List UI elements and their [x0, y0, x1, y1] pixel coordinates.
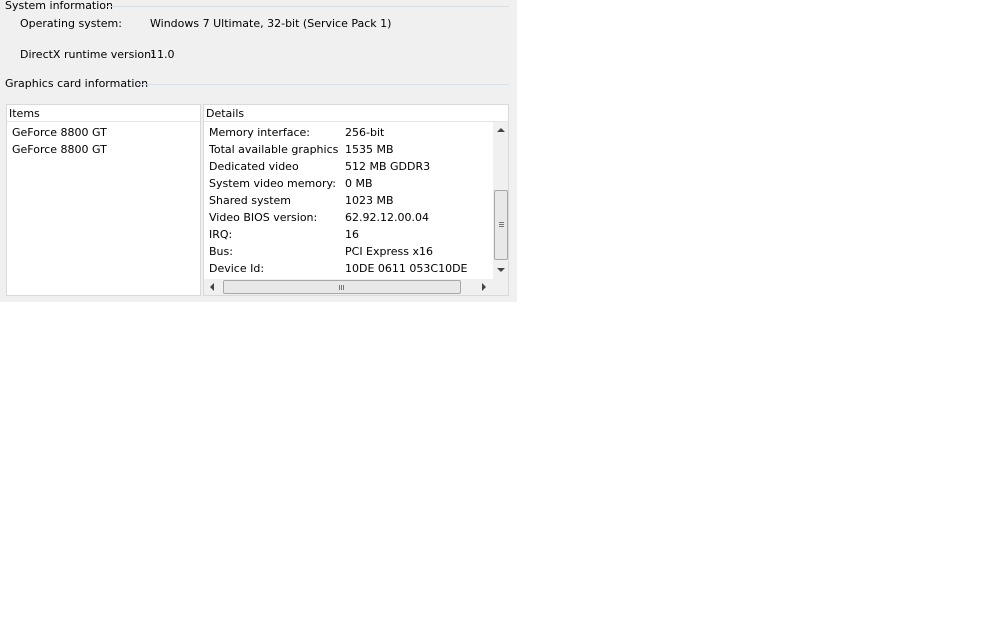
list-item[interactable]: GeForce 8800 GT	[12, 141, 107, 158]
detail-value: 10DE 0611 053C10DE	[345, 262, 468, 275]
detail-value: 512 MB GDDR3	[345, 160, 431, 173]
details-vertical-scroll-thumb[interactable]	[494, 190, 508, 260]
detail-value: 62.92.12.00.04	[345, 211, 429, 224]
scroll-right-arrow-icon[interactable]	[482, 283, 486, 291]
details-column-header[interactable]: Details	[204, 105, 508, 122]
details-vertical-scrollbar[interactable]	[493, 122, 508, 279]
detail-value: PCI Express x16	[345, 245, 434, 258]
list-item[interactable]: GeForce 8800 GT	[12, 124, 107, 141]
details-horizontal-scrollbar[interactable]	[204, 279, 493, 295]
scroll-down-arrow-icon[interactable]	[497, 268, 505, 272]
detail-label: Video BIOS version:	[209, 211, 318, 224]
system-info-section-title: System information	[5, 0, 114, 12]
operating-system-label: Operating system:	[20, 17, 122, 30]
items-header-label: Items	[9, 107, 40, 120]
detail-value: 1535 MB	[345, 143, 394, 156]
detail-label: Bus:	[209, 245, 233, 258]
detail-label: Shared system memory:	[209, 194, 291, 207]
system-info-divider	[107, 6, 509, 7]
detail-value: 16	[345, 228, 359, 241]
directx-version-value: 11.0	[150, 48, 175, 61]
scroll-up-arrow-icon[interactable]	[497, 128, 505, 132]
detail-label: Dedicated video memory:	[209, 160, 299, 173]
detail-label: Memory interface:	[209, 126, 310, 139]
detail-label: IRQ:	[209, 228, 233, 241]
details-header-label: Details	[206, 107, 245, 120]
details-list[interactable]: Details Memory interface: 256-bit Total …	[203, 104, 509, 296]
items-column-header[interactable]: Items	[7, 105, 200, 122]
scrollbar-corner	[493, 279, 508, 295]
operating-system-value: Windows 7 Ultimate, 32-bit (Service Pack…	[150, 17, 392, 30]
detail-label: Total available graphics ...	[209, 143, 339, 156]
scroll-left-arrow-icon[interactable]	[210, 283, 214, 291]
details-horizontal-scroll-thumb[interactable]	[223, 280, 461, 294]
detail-value: 256-bit	[345, 126, 385, 139]
dxdiag-display-panel: System information Operating system: Win…	[0, 0, 517, 302]
detail-label: System video memory:	[209, 177, 336, 190]
graphics-info-section-title: Graphics card information	[5, 77, 149, 90]
directx-version-label: DirectX runtime version:	[20, 48, 155, 61]
items-list[interactable]: Items GeForce 8800 GT GeForce 8800 GT	[6, 104, 201, 296]
detail-value: 0 MB	[345, 177, 373, 190]
detail-label: Device Id:	[209, 262, 265, 275]
detail-value: 1023 MB	[345, 194, 394, 207]
graphics-info-divider	[137, 84, 509, 85]
